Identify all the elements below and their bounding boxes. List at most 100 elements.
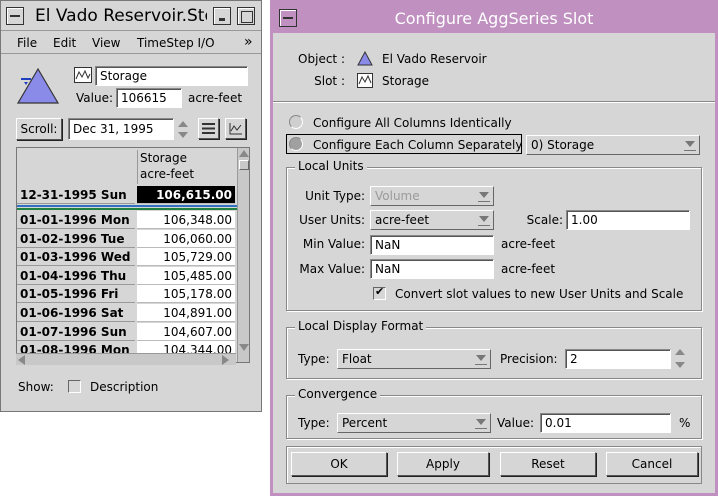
format-type-select[interactable]: Float [337, 349, 491, 369]
configure-aggseries-dialog: Configure AggSeries Slot Object : El Vad… [270, 0, 718, 496]
table-row-selected[interactable]: 12-31-1995 Sun 106,615.00 [17, 186, 237, 204]
dialog-titlebar[interactable]: Configure AggSeries Slot [273, 3, 715, 33]
scroll-date-field[interactable]: Dec 31, 1995 [68, 118, 174, 140]
table-row[interactable]: 01-04-1996 Thu 105,485.00 [17, 266, 237, 285]
slot-name-field[interactable]: Storage [95, 66, 248, 86]
display-format-title: Local Display Format [295, 319, 427, 333]
max-value-field[interactable]: NaN [370, 259, 494, 279]
row-value[interactable]: 106,348.00 [137, 211, 235, 229]
row-value[interactable]: 104,891.00 [137, 304, 235, 322]
radio-each-column[interactable] [289, 137, 303, 151]
precision-spinner[interactable] [672, 346, 688, 372]
value-label: Value: [76, 91, 113, 105]
menu-more[interactable]: » [244, 34, 253, 50]
description-checkbox[interactable] [68, 380, 81, 393]
row-divider-2 [17, 208, 237, 210]
user-units-select[interactable]: acre-feet [370, 210, 494, 230]
row-date: 01-02-1996 Tue [17, 229, 135, 248]
window-menu-button[interactable] [6, 7, 24, 25]
scroll-date-spinner[interactable] [175, 118, 191, 140]
table-row[interactable]: 01-01-1996 Mon 106,348.00 [17, 211, 237, 229]
row-date: 01-05-1996 Fri [17, 285, 135, 304]
format-type-label: Type: [298, 352, 330, 366]
min-value-units: acre-feet [501, 237, 556, 251]
object-label: Object : [298, 52, 345, 66]
chevron-down-icon [474, 416, 488, 430]
table-row[interactable]: 01-06-1996 Sat 104,891.00 [17, 304, 237, 322]
min-value-field[interactable]: NaN [370, 235, 494, 255]
convert-label[interactable]: Convert slot values to new User Units an… [395, 287, 683, 301]
reservoir-small-icon [357, 51, 373, 66]
max-value-units: acre-feet [501, 262, 556, 276]
table-row[interactable]: 01-03-1996 Wed 105,729.00 [17, 248, 237, 267]
chevron-down-icon [474, 352, 488, 366]
spin-up-icon[interactable] [672, 346, 688, 359]
minimize-button[interactable] [213, 7, 231, 25]
precision-field[interactable]: 2 [565, 349, 671, 369]
spin-up-icon[interactable] [175, 118, 191, 129]
slot-window: El Vado Reservoir.Sto File Edit View Tim… [0, 0, 262, 412]
spin-down-icon[interactable] [672, 359, 688, 372]
menu-edit[interactable]: Edit [53, 36, 76, 50]
row-value[interactable]: 105,178.00 [137, 285, 235, 304]
menu-timestep-io[interactable]: TimeStep I/O [137, 36, 215, 50]
row-value[interactable]: 105,729.00 [137, 248, 235, 267]
menu-view[interactable]: View [92, 36, 120, 50]
convergence-type-value: Percent [342, 416, 388, 430]
max-value-label: Max Value: [299, 262, 365, 276]
unit-type-value: Volume [375, 189, 420, 203]
data-table: Storage acre-feet 12-31-1995 Sun 106,615… [16, 147, 250, 363]
radio-each-column-label[interactable]: Configure Each Column Separately [313, 138, 522, 152]
row-value-selected[interactable]: 106,615.00 [137, 186, 235, 204]
row-date: 12-31-1995 Sun [17, 186, 135, 204]
unit-type-select: Volume [370, 186, 494, 206]
reservoir-icon [16, 67, 60, 104]
apply-button[interactable]: Apply [397, 452, 489, 476]
convert-checkbox[interactable] [373, 285, 386, 300]
show-label: Show: [18, 380, 54, 394]
table-row[interactable]: 01-07-1996 Sun 104,607.00 [17, 322, 237, 341]
value-field[interactable]: 106615 [116, 88, 182, 108]
table-rows: 01-01-1996 Mon 106,348.00 01-02-1996 Tue 10… [17, 211, 237, 361]
row-value[interactable]: 104,607.00 [137, 322, 235, 341]
column-select[interactable]: 0) Storage [526, 135, 700, 155]
vertical-scrollbar[interactable] [237, 148, 249, 362]
min-value-label: Min Value: [302, 237, 365, 251]
row-value[interactable]: 106,060.00 [137, 229, 235, 248]
scroll-button[interactable]: Scroll: [16, 118, 62, 140]
scroll-right-icon[interactable] [222, 355, 229, 365]
plot-button[interactable] [225, 118, 246, 139]
radio-all-columns[interactable] [289, 115, 303, 129]
table-row[interactable]: 01-05-1996 Fri 105,178.00 [17, 285, 237, 304]
user-units-label: User Units: [299, 213, 365, 227]
format-type-value: Float [342, 352, 372, 366]
scroll-left-icon[interactable] [18, 355, 25, 365]
ok-button[interactable]: OK [291, 452, 387, 476]
scroll-thumb[interactable] [239, 160, 249, 170]
scroll-up-icon[interactable] [239, 150, 249, 157]
convergence-type-select[interactable]: Percent [337, 413, 491, 433]
list-view-button[interactable] [198, 118, 219, 139]
column-header-name: Storage [140, 151, 187, 165]
table-row[interactable]: 01-02-1996 Tue 106,060.00 [17, 229, 237, 248]
horizontal-scrollbar[interactable] [16, 353, 236, 365]
convergence-value-field[interactable]: 0.01 [540, 413, 671, 433]
menu-file[interactable]: File [17, 36, 37, 50]
precision-label: Precision: [500, 352, 558, 366]
column-select-value: 0) Storage [531, 138, 595, 152]
description-label: Description [90, 380, 159, 394]
maximize-button[interactable] [237, 7, 255, 25]
slot-window-titlebar[interactable]: El Vado Reservoir.Sto [1, 1, 261, 31]
column-header-units: acre-feet [140, 167, 195, 181]
spin-down-icon[interactable] [175, 129, 191, 140]
slot-label: Slot : [314, 74, 345, 88]
scale-field[interactable]: 1.00 [566, 210, 690, 230]
row-value[interactable]: 105,485.00 [137, 266, 235, 285]
chevron-down-icon [683, 138, 697, 152]
list-icon [202, 123, 215, 134]
scroll-down-icon[interactable] [239, 344, 249, 351]
cancel-button[interactable]: Cancel [606, 452, 698, 476]
radio-all-columns-label[interactable]: Configure All Columns Identically [313, 116, 512, 130]
series-slot-small-icon [357, 73, 373, 88]
reset-button[interactable]: Reset [500, 452, 596, 476]
